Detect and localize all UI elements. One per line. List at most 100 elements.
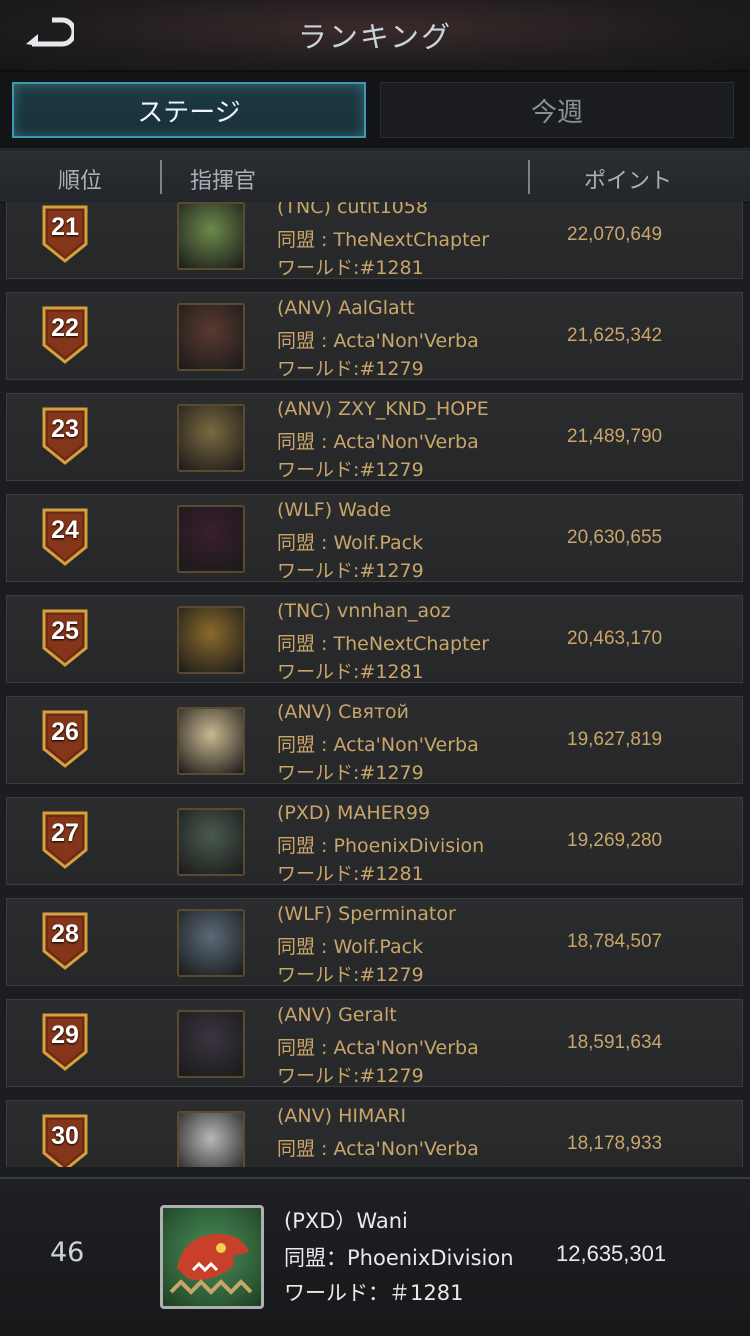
player-avatar[interactable]	[177, 404, 245, 472]
player-alliance: 同盟 : Acta'Non'Verba	[277, 1138, 479, 1160]
player-world: ワールド:#1279	[277, 1065, 424, 1087]
tab-stage[interactable]: ステージ	[12, 82, 366, 138]
player-world: ワールド:#1281	[277, 863, 424, 885]
my-alliance: 同盟：PhoenixDivision	[284, 1246, 514, 1270]
player-alliance: 同盟 : TheNextChapter	[277, 229, 490, 251]
player-world: ワールド:#1279	[277, 1162, 424, 1167]
rank-number: 25	[51, 617, 79, 645]
player-points: 18,784,507	[567, 931, 663, 952]
column-header: 順位 指揮官 ポイント	[0, 150, 750, 203]
player-avatar[interactable]	[177, 1111, 245, 1167]
rank-number: 21	[51, 213, 79, 241]
player-points: 22,070,649	[567, 224, 663, 245]
ranking-row[interactable]: 26 (ANV) Святой 同盟 : Acta'Non'Verba ワールド:#1…	[6, 696, 743, 784]
my-rank-footer: 46 (PXD）Wani 同盟：PhoenixDivision ワールド：＃12…	[0, 1177, 750, 1336]
rank-badge: 22	[41, 305, 89, 365]
rank-number: 26	[51, 718, 79, 746]
rank-number: 28	[51, 920, 79, 948]
player-points: 21,489,790	[567, 426, 663, 447]
player-world: ワールド:#1279	[277, 358, 424, 380]
player-world: ワールド:#1279	[277, 964, 424, 986]
rank-number: 24	[51, 516, 79, 544]
player-avatar[interactable]	[177, 808, 245, 876]
player-world: ワールド:#1279	[277, 459, 424, 481]
player-avatar[interactable]	[177, 303, 245, 371]
player-points: 21,625,342	[567, 325, 663, 346]
player-avatar[interactable]	[177, 202, 245, 270]
player-avatar[interactable]	[177, 505, 245, 573]
player-points: 19,269,280	[567, 830, 663, 851]
rank-badge: 24	[41, 507, 89, 567]
player-avatar[interactable]	[177, 1010, 245, 1078]
ranking-row[interactable]: 29 (ANV) Geralt 同盟 : Acta'Non'Verba ワールド:#1…	[6, 999, 743, 1087]
player-alliance: 同盟 : PhoenixDivision	[277, 835, 485, 857]
my-avatar[interactable]	[160, 1205, 264, 1309]
ranking-row[interactable]: 30 (ANV) HIMARI 同盟 : Acta'Non'Verba ワールド:#1…	[6, 1100, 743, 1167]
commander-column-header: 指揮官	[190, 169, 257, 194]
player-name: (WLF) Wade	[277, 499, 392, 521]
my-name: (PXD）Wani	[284, 1209, 408, 1233]
player-name: (WLF) Sperminator	[277, 903, 456, 925]
column-divider	[160, 160, 162, 194]
player-name: (TNC) cutit1058	[277, 202, 428, 218]
player-name: (TNC) vnnhan_aoz	[277, 600, 451, 622]
rank-number: 22	[51, 314, 79, 342]
player-points: 19,627,819	[567, 729, 663, 750]
rank-number: 29	[51, 1021, 79, 1049]
player-points: 18,591,634	[567, 1032, 663, 1053]
top-bar: ランキング	[0, 0, 750, 72]
ranking-row[interactable]: 23 (ANV) ZXY_KND_HOPE 同盟 : Acta'Non'Verba ワ…	[6, 393, 743, 481]
player-avatar[interactable]	[177, 606, 245, 674]
player-alliance: 同盟 : Wolf.Pack	[277, 936, 424, 958]
rank-number: 27	[51, 819, 79, 847]
ranking-row[interactable]: 21 (TNC) cutit1058 同盟 : TheNextChapter ワールド…	[6, 202, 743, 279]
player-points: 20,630,655	[567, 527, 663, 548]
page-title: ランキング	[297, 20, 453, 54]
ranking-row[interactable]: 28 (WLF) Sperminator 同盟 : Wolf.Pack ワールド:#1…	[6, 898, 743, 986]
my-rank: 46	[50, 1237, 85, 1268]
ranking-row[interactable]: 24 (WLF) Wade 同盟 : Wolf.Pack ワールド:#1279 20,6…	[6, 494, 743, 582]
player-name: (ANV) Geralt	[277, 1004, 397, 1026]
column-divider	[528, 160, 530, 194]
player-name: (ANV) ZXY_KND_HOPE	[277, 398, 489, 420]
ranking-row[interactable]: 27 (PXD) MAHER99 同盟 : PhoenixDivision ワールド:…	[6, 797, 743, 885]
rank-badge: 23	[41, 406, 89, 466]
rank-badge: 29	[41, 1012, 89, 1072]
player-alliance: 同盟 : Acta'Non'Verba	[277, 1037, 479, 1059]
rank-number: 23	[51, 415, 79, 443]
player-alliance: 同盟 : TheNextChapter	[277, 633, 490, 655]
rank-badge: 25	[41, 608, 89, 668]
player-world: ワールド:#1279	[277, 762, 424, 784]
points-column-header: ポイント	[584, 169, 673, 194]
ranking-row[interactable]: 25 (TNC) vnnhan_aoz 同盟 : TheNextChapter ワール…	[6, 595, 743, 683]
rank-badge: 30	[41, 1113, 89, 1167]
player-world: ワールド:#1281	[277, 257, 424, 279]
my-points: 12,635,301	[556, 1241, 667, 1266]
tab-bar: ステージ 今週	[0, 72, 750, 149]
player-alliance: 同盟 : Wolf.Pack	[277, 532, 424, 554]
player-world: ワールド:#1279	[277, 560, 424, 582]
rank-badge: 28	[41, 911, 89, 971]
rank-badge: 26	[41, 709, 89, 769]
rank-badge: 21	[41, 204, 89, 264]
player-alliance: 同盟 : Acta'Non'Verba	[277, 734, 479, 756]
player-alliance: 同盟 : Acta'Non'Verba	[277, 330, 479, 352]
dragon-avatar-icon	[169, 1233, 253, 1295]
rank-column-header: 順位	[58, 169, 103, 194]
player-points: 18,178,933	[567, 1133, 663, 1154]
rank-number: 30	[51, 1122, 79, 1150]
tab-this-week[interactable]: 今週	[380, 82, 734, 138]
player-name: (ANV) AalGlatt	[277, 297, 415, 319]
ranking-row[interactable]: 22 (ANV) AalGlatt 同盟 : Acta'Non'Verba ワールド:…	[6, 292, 743, 380]
player-world: ワールド:#1281	[277, 661, 424, 683]
player-alliance: 同盟 : Acta'Non'Verba	[277, 431, 479, 453]
player-avatar[interactable]	[177, 909, 245, 977]
player-name: (PXD) MAHER99	[277, 802, 431, 824]
rank-badge: 27	[41, 810, 89, 870]
player-name: (ANV) Святой	[277, 701, 410, 723]
player-avatar[interactable]	[177, 707, 245, 775]
player-name: (ANV) HIMARI	[277, 1105, 407, 1127]
ranking-list[interactable]: 21 (TNC) cutit1058 同盟 : TheNextChapter ワールド…	[0, 202, 750, 1167]
player-points: 20,463,170	[567, 628, 663, 649]
my-world: ワールド：＃1281	[284, 1281, 464, 1305]
